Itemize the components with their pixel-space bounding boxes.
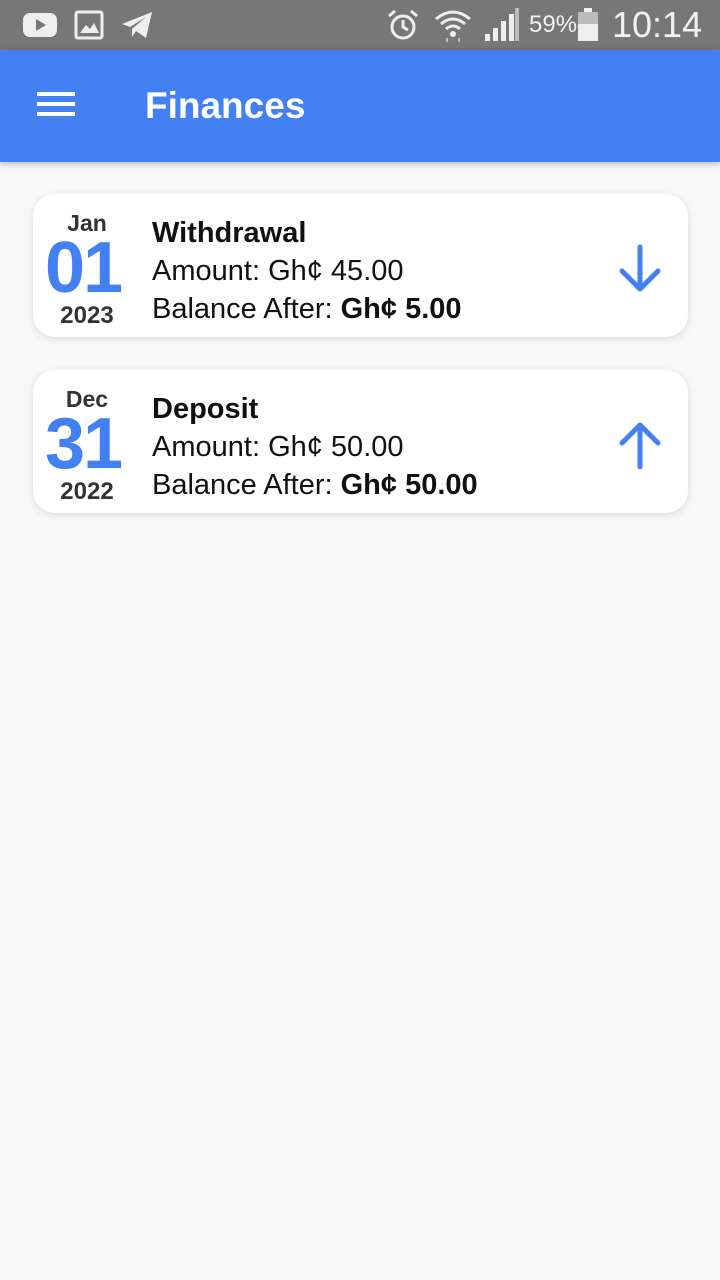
hamburger-menu-icon	[37, 90, 75, 123]
transaction-balance: Balance After: Gh¢ 50.00	[152, 466, 478, 504]
transaction-balance: Balance After: Gh¢ 5.00	[152, 290, 462, 328]
transaction-card[interactable]: Jan 01 2023 Withdrawal Amount: Gh¢ 45.00…	[33, 194, 688, 337]
date-day: 31	[44, 404, 123, 484]
balance-label: Balance After:	[152, 293, 341, 325]
signal-icon	[484, 8, 520, 42]
date-year: 2023	[60, 302, 114, 329]
transaction-card[interactable]: Dec 31 2022 Deposit Amount: Gh¢ 50.00 Ba…	[33, 370, 688, 513]
amount-value: Gh¢ 50.00	[268, 431, 404, 463]
page-title: Finances	[145, 85, 306, 126]
amount-value: Gh¢ 45.00	[268, 255, 404, 287]
transaction-date: Dec 31 2022	[33, 370, 143, 513]
transaction-type: Deposit	[152, 393, 259, 425]
date-day: 01	[44, 228, 123, 308]
transaction-details: Withdrawal Amount: Gh¢ 45.00 Balance Aft…	[152, 214, 462, 328]
clock: 10:14	[612, 4, 703, 45]
balance-value: Gh¢ 5.00	[340, 293, 462, 325]
app-bar: Finances	[0, 50, 720, 162]
transaction-details: Deposit Amount: Gh¢ 50.00 Balance After:…	[152, 390, 478, 504]
alarm-icon	[386, 8, 420, 42]
transaction-amount: Amount: Gh¢ 45.00	[152, 252, 462, 290]
transaction-amount: Amount: Gh¢ 50.00	[152, 428, 478, 466]
balance-value: Gh¢ 50.00	[340, 469, 478, 501]
amount-label: Amount:	[152, 431, 269, 463]
wifi-icon	[434, 8, 472, 42]
balance-label: Balance After:	[152, 469, 341, 501]
transaction-date: Jan 01 2023	[33, 194, 143, 337]
battery-icon	[577, 8, 599, 42]
arrow-down-icon	[615, 244, 665, 294]
date-year: 2022	[60, 478, 114, 505]
menu-button[interactable]	[28, 86, 84, 126]
arrow-up-icon	[615, 420, 665, 470]
battery-percent: 59%	[529, 11, 578, 38]
telegram-icon	[120, 8, 154, 42]
transaction-type: Withdrawal	[152, 217, 307, 249]
status-bar: 59% 10:14	[0, 0, 720, 50]
amount-label: Amount:	[152, 255, 269, 287]
image-icon	[74, 8, 104, 42]
youtube-icon	[22, 8, 58, 42]
